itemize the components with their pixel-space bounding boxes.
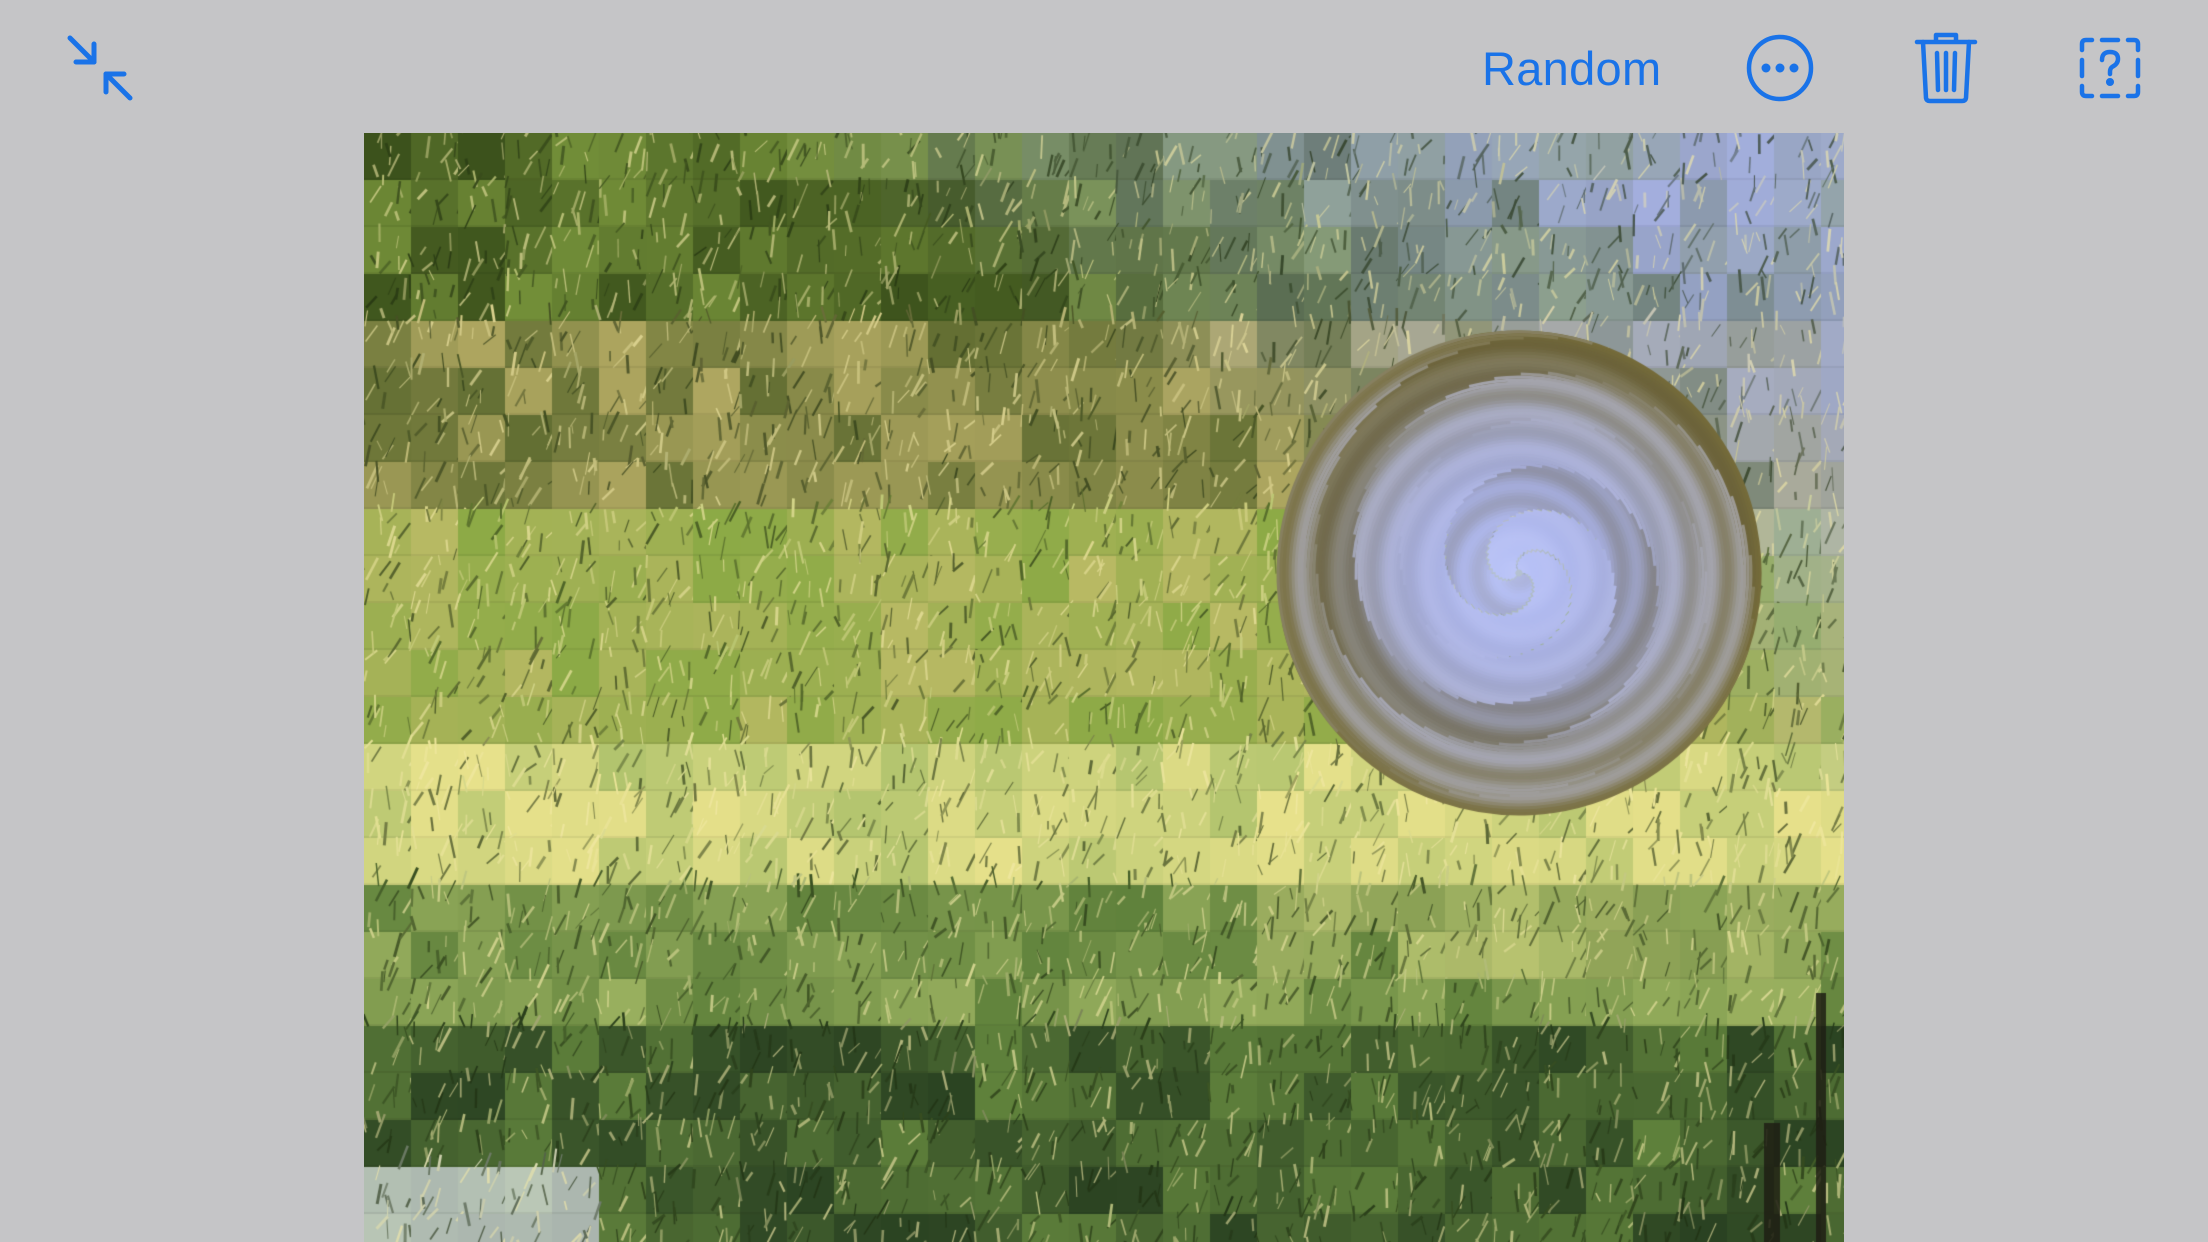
delete-button[interactable] [1906, 24, 1986, 110]
ellipsis-circle-icon [1745, 33, 1815, 103]
collapse-arrows-icon [64, 32, 136, 104]
help-button[interactable] [2070, 28, 2150, 108]
random-button[interactable]: Random [1472, 30, 1671, 106]
collapse-button[interactable] [58, 26, 142, 110]
trash-icon [1914, 30, 1978, 104]
more-options-button[interactable] [1740, 28, 1820, 108]
mosaic-swirl-image [364, 133, 1844, 1242]
app-screen: Random [0, 0, 2208, 1242]
random-button-label: Random [1482, 41, 1662, 95]
dashed-question-square-icon [2078, 36, 2142, 100]
artwork-canvas[interactable] [364, 133, 1844, 1242]
